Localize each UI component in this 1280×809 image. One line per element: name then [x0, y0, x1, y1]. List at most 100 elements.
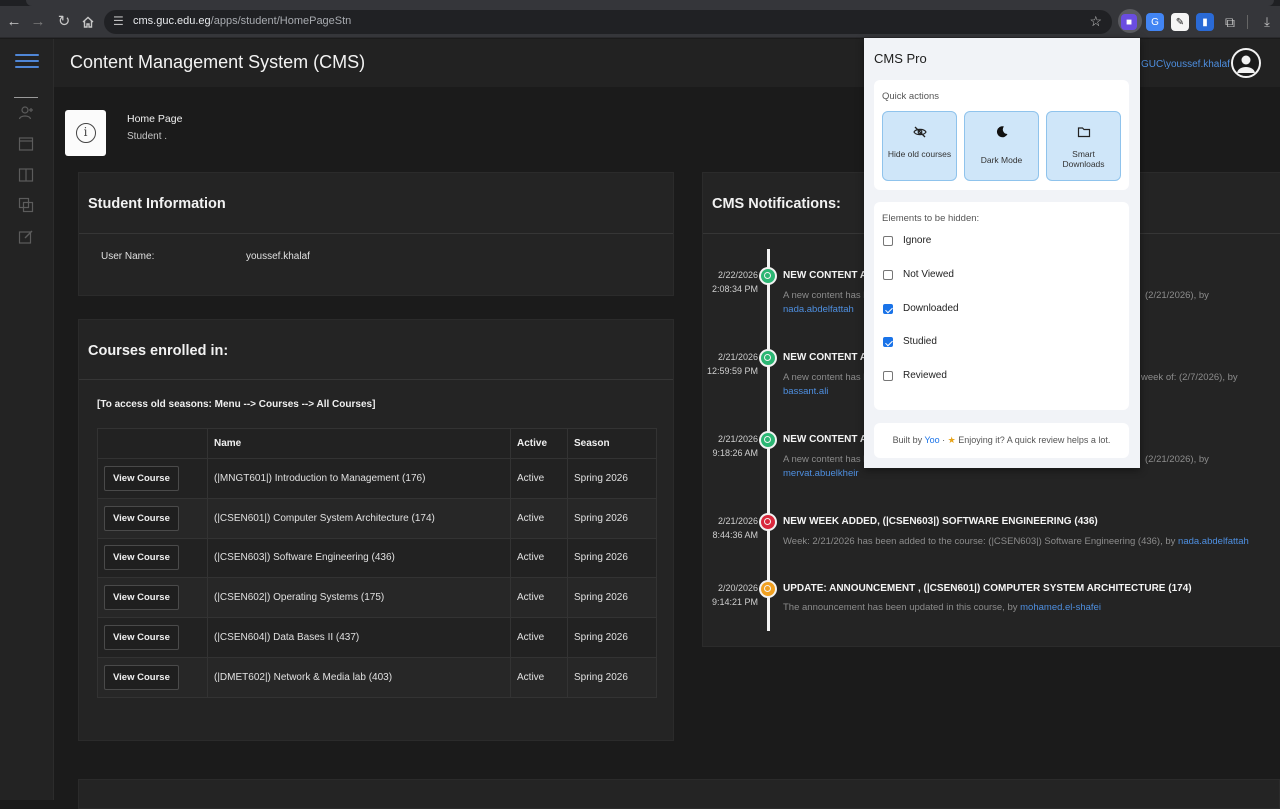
timeline-dot [759, 431, 777, 449]
notification-description: A new content has b [783, 290, 869, 301]
view-course-button[interactable]: View Course [104, 505, 179, 531]
columns-icon[interactable] [18, 167, 34, 183]
notification-author-link[interactable]: bassant.ali [783, 386, 828, 397]
view-course-button[interactable]: View Course [104, 585, 179, 611]
notification-heading[interactable]: UPDATE: ANNOUNCEMENT , (|CSEN601|) COMPU… [783, 583, 1192, 594]
ignore-checkbox[interactable] [883, 236, 893, 246]
cms-pro-extension-icon[interactable]: ■ [1121, 14, 1137, 30]
user-add-icon[interactable] [18, 105, 34, 121]
quick-actions-label: Quick actions [882, 91, 940, 102]
course-active: Active [510, 656, 568, 698]
course-season: Spring 2026 [567, 617, 657, 658]
table-row: View Course (|DMET602|) Network & Media … [97, 656, 657, 698]
notification-heading[interactable]: NEW WEEK ADDED, (|CSEN603|) SOFTWARE ENG… [783, 516, 1098, 527]
star-icon: ★ [947, 435, 956, 445]
review-link[interactable]: Enjoying it? A quick review helps a lot. [958, 435, 1110, 445]
studied-checkbox[interactable] [883, 337, 893, 347]
table-row: View Course (|CSEN602|) Operating System… [97, 577, 657, 619]
bookmark-extension-icon[interactable]: ▮ [1196, 13, 1214, 31]
course-active: Active [510, 617, 568, 658]
not-viewed-checkbox[interactable] [883, 270, 893, 280]
quick-actions-panel: Quick actions Hide old courses Dark Mode… [874, 80, 1129, 190]
notification-description: A new content has b [783, 454, 869, 465]
course-active: Active [510, 537, 568, 579]
table-cell: View Course [97, 537, 208, 579]
reload-icon[interactable]: ↻ [54, 12, 74, 32]
download-icon[interactable]: ⤓ [1258, 13, 1276, 31]
extensions-puzzle-icon[interactable]: ⧉ [1221, 13, 1239, 31]
notification-heading[interactable]: NEW CONTENT AD [783, 434, 874, 445]
forward-icon[interactable]: → [28, 12, 48, 32]
address-bar[interactable]: ☰ cms.guc.edu.eg/apps/student/HomePageSt… [104, 10, 1112, 34]
course-season: Spring 2026 [567, 537, 657, 579]
notification-description: Week: 2/21/2026 has been added to the co… [783, 536, 1249, 547]
window-icon[interactable] [18, 136, 34, 152]
user-account-link[interactable]: GUC\youssef.khalaf [1141, 59, 1230, 70]
notification-description-tail: week of: (2/7/2026), by [1141, 372, 1238, 383]
courses-title: Courses enrolled in: [88, 343, 229, 359]
courses-card: Courses enrolled in: [To access old seas… [78, 319, 674, 741]
course-name: (|CSEN603|) Software Engineering (436) [207, 537, 511, 579]
user-avatar-icon [1237, 55, 1255, 73]
view-course-button[interactable]: View Course [104, 664, 179, 690]
avatar[interactable] [1231, 48, 1261, 78]
course-season: Spring 2026 [567, 656, 657, 698]
notification-author-link[interactable]: nada.abdelfattah [783, 304, 854, 315]
table-cell: View Course [97, 577, 208, 619]
bookmark-star-icon[interactable]: ☆ [1089, 13, 1102, 30]
course-name: (|CSEN601|) Computer System Architecture… [207, 497, 511, 539]
notion-extension-icon[interactable]: ✎ [1171, 13, 1189, 31]
translate-extension-icon[interactable]: G [1146, 13, 1164, 31]
app-title: Content Management System (CMS) [70, 52, 366, 72]
folder-icon [1077, 127, 1090, 138]
dark-mode-button[interactable]: Dark Mode [964, 111, 1039, 181]
view-course-button[interactable]: View Course [104, 625, 179, 651]
cms-pro-popup: CMS Pro Quick actions Hide old courses D… [864, 38, 1140, 468]
notification-author-link[interactable]: mervat.abuelkheir [783, 468, 859, 479]
view-course-button[interactable]: View Course [104, 545, 179, 571]
sidebar [0, 39, 54, 800]
notification-date: 2/22/2026 2:08:34 PM [711, 270, 758, 294]
view-course-button[interactable]: View Course [104, 465, 179, 491]
info-icon: i [75, 123, 96, 143]
downloaded-checkbox[interactable] [883, 304, 893, 314]
table-cell: View Course [97, 458, 208, 499]
course-season: Spring 2026 [567, 458, 657, 499]
page-title: Home Page [127, 113, 183, 125]
back-icon[interactable]: ← [4, 12, 24, 32]
student-info-card: Student Information User Name: youssef.k… [78, 172, 674, 296]
reviewed-checkbox[interactable] [883, 371, 893, 381]
course-active: Active [510, 577, 568, 619]
notification-description: A new content has b [783, 372, 869, 383]
notification-heading[interactable]: NEW CONTENT AD [783, 352, 874, 363]
smart-downloads-button[interactable]: Smart Downloads [1046, 111, 1121, 181]
course-season: Spring 2026 [567, 497, 657, 539]
notification-date: 2/21/2026 9:18:26 AM [712, 434, 758, 458]
course-name: (|CSEN602|) Operating Systems (175) [207, 577, 511, 619]
eye-off-icon [912, 126, 927, 138]
timeline-dot [759, 513, 777, 531]
table-cell: View Course [97, 497, 208, 539]
address-url[interactable]: cms.guc.edu.eg/apps/student/HomePageStn [133, 15, 351, 27]
notification-item: 2/20/2026 9:14:21 PM UPDATE: ANNOUNCEMENT… [703, 580, 1280, 640]
hide-old-courses-label: Hide old courses [887, 149, 952, 159]
site-settings-icon[interactable]: ☰ [113, 14, 124, 28]
notification-heading[interactable]: NEW CONTENT AD [783, 270, 874, 281]
browser-toolbar: ← → ↻ ☰ cms.guc.edu.eg/apps/student/Home… [0, 6, 1280, 38]
card-divider [79, 233, 673, 234]
home-icon[interactable] [78, 12, 98, 32]
edit-icon[interactable] [18, 229, 34, 245]
copy-icon[interactable] [18, 197, 34, 213]
course-name: (|DMET602|) Network & Media lab (403) [207, 656, 511, 698]
column-header-name: Name [207, 428, 511, 459]
toolbar-divider [1247, 15, 1248, 29]
menu-hamburger-icon[interactable] [15, 54, 39, 74]
notifications-title: CMS Notifications: [712, 196, 841, 212]
author-link[interactable]: Yoo [924, 435, 939, 445]
user-name-value: youssef.khalaf [246, 251, 310, 262]
hidden-elements-label: Elements to be hidden: [882, 213, 980, 224]
hide-old-courses-button[interactable]: Hide old courses [882, 111, 957, 181]
notification-author-link[interactable]: mohamed.el-shafei [1020, 602, 1101, 613]
notification-author-link[interactable]: nada.abdelfattah [1178, 536, 1249, 547]
smart-downloads-label: Smart Downloads [1062, 149, 1105, 169]
